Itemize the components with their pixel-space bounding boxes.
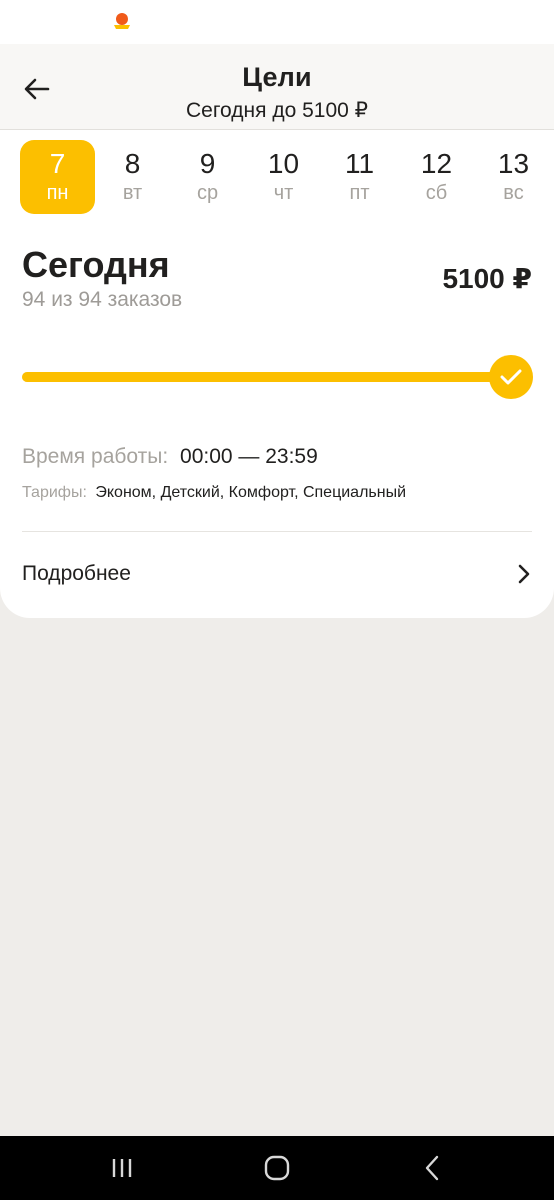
work-time-label: Время работы: [22,445,169,468]
day-name: вс [503,182,524,204]
day-number: 8 [124,148,141,179]
day-name: чт [273,182,294,204]
details-link[interactable]: Подробнее [0,542,554,606]
home-button[interactable] [257,1152,297,1184]
goal-card: 7 пн 8 вт 9 ср 10 чт 11 пт 12 сб 13 вс С… [0,130,554,618]
day-item-9[interactable]: 9 ср [170,140,245,214]
day-item-10[interactable]: 10 чт [246,140,321,214]
goal-progress-bar [22,372,512,382]
tariffs-row: Тарифы: Эконом, Детский, Комфорт, Специа… [22,484,554,514]
system-back-button[interactable] [412,1152,452,1184]
day-name: пт [349,182,370,204]
day-item-13[interactable]: 13 вс [476,140,551,214]
system-nav-bar [0,1136,554,1200]
home-icon [264,1155,290,1181]
header: Цели Сегодня до 5100 ₽ [0,44,554,130]
page-title: Цели [242,62,312,92]
chevron-right-icon [518,564,530,584]
day-number: 12 [420,148,453,179]
day-number: 9 [199,148,216,179]
back-icon [425,1155,439,1181]
day-number: 13 [497,148,530,179]
work-time-row: Время работы: 00:00 — 23:59 [22,445,318,469]
goal-orders-count: 94 из 94 заказов [22,288,183,311]
goal-progress-fill [22,372,512,382]
details-label: Подробнее [22,562,131,585]
recent-apps-icon [112,1159,132,1177]
day-item-8[interactable]: 8 вт [95,140,170,214]
day-name: вт [122,182,143,204]
day-name: пн [46,182,69,204]
tariffs-value: Эконом, Детский, Комфорт, Специальный [95,484,407,501]
day-item-7[interactable]: 7 пн [20,140,95,214]
day-item-11[interactable]: 11 пт [322,140,397,214]
recent-apps-button[interactable] [102,1152,142,1184]
day-number: 10 [267,148,300,179]
divider [22,531,532,532]
status-bar [0,0,554,44]
day-selector: 7 пн 8 вт 9 ср 10 чт 11 пт 12 сб 13 вс [20,140,554,214]
goal-title: Сегодня [22,244,170,285]
goal-amount: 5100 ₽ [442,263,532,294]
yandex-pro-logo-icon [114,13,130,29]
day-name: сб [425,182,448,204]
tariffs-label: Тарифы: [22,484,87,501]
day-number: 7 [49,148,66,179]
goal-complete-badge [489,355,533,399]
page-subtitle: Сегодня до 5100 ₽ [186,99,368,122]
day-number: 11 [344,148,375,179]
day-name: ср [196,182,219,204]
work-time-value: 00:00 — 23:59 [180,445,318,468]
day-item-12[interactable]: 12 сб [399,140,474,214]
checkmark-icon [500,369,522,385]
